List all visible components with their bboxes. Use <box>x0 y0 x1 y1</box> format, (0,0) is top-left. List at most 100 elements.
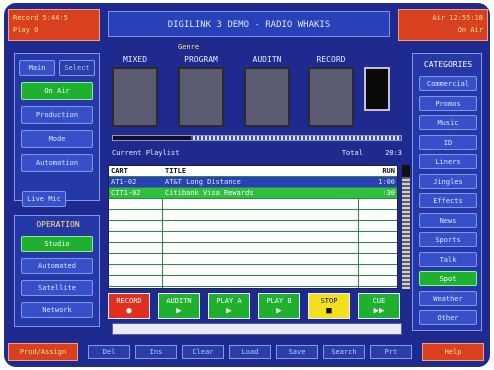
progress-marker <box>113 136 191 140</box>
channel-mixed-label: MIXED <box>122 55 148 64</box>
cue-label: CUE <box>372 297 386 305</box>
category-id-button[interactable]: ID <box>419 134 477 150</box>
channel-program-label: PROGRAM <box>184 55 218 64</box>
fast-forward-icon: ▶▶ <box>373 306 385 316</box>
footer-load-button[interactable]: Load <box>229 345 271 359</box>
channel-record-label: RECORD <box>316 55 346 64</box>
row-cart: CIT1-02 <box>111 189 141 197</box>
live-mic-button[interactable]: Live Mic <box>22 191 66 207</box>
category-liners-button[interactable]: Liners <box>419 154 477 169</box>
window-title: DIGILINK 3 DEMO - RADIO WHAKIS <box>108 11 390 37</box>
table-row-empty[interactable] <box>109 221 397 232</box>
category-music-button[interactable]: Music <box>419 115 477 130</box>
footer-del-button[interactable]: Del <box>88 345 130 359</box>
cue-button[interactable]: CUE ▶▶ <box>358 293 400 319</box>
playlist-header: Current Playlist Total 20:3 <box>112 149 402 157</box>
col-run-header: RUN <box>382 167 395 175</box>
row-title: AT&T Long Distance <box>165 178 241 186</box>
operation-studio[interactable]: Studio <box>21 236 93 252</box>
record-label: RECORD <box>116 297 142 305</box>
play-icon: ▶ <box>176 306 182 316</box>
channel-program-meter[interactable] <box>178 67 224 127</box>
tab-main[interactable]: Main <box>19 60 55 76</box>
air-time: Air 12:55:18 <box>432 14 483 22</box>
audition-label: AUDITN <box>166 297 192 305</box>
mode-button[interactable]: Mode <box>21 130 93 148</box>
category-spot-button[interactable]: Spot <box>419 271 477 286</box>
record-icon: ● <box>126 306 132 316</box>
table-row-empty[interactable] <box>109 276 397 287</box>
category-effects-button[interactable]: Effects <box>419 193 477 208</box>
category-sports-button[interactable]: Sports <box>419 232 477 247</box>
play-icon: ▶ <box>226 306 232 316</box>
footer-toolbar: Del Ins Clear Load Save Search Prt <box>8 339 486 361</box>
on-air-indicator: On Air <box>457 26 483 34</box>
on-air-button[interactable]: On Air <box>21 82 93 100</box>
tab-select[interactable]: Select <box>59 60 95 76</box>
table-row-empty[interactable] <box>109 254 397 265</box>
operation-title: OPERATION <box>36 220 80 229</box>
play-a-button[interactable]: PLAY A ▶ <box>208 293 250 319</box>
play-icon: ▶ <box>276 306 282 316</box>
category-news-button[interactable]: News <box>419 212 477 228</box>
audition-button[interactable]: AUDITN ▶ <box>158 293 200 319</box>
main-area: Genre MIXED PROGRAM AUDITN RECORD Curren… <box>108 41 412 341</box>
playlist-total: Total 20:3 <box>342 149 402 157</box>
record-play-status: Record 5:44:5 Play 0 <box>8 9 100 41</box>
playback-progress[interactable] <box>112 135 402 141</box>
help-button[interactable]: Help <box>422 343 484 361</box>
table-row-empty[interactable] <box>109 199 397 210</box>
footer-clear-button[interactable]: Clear <box>182 345 224 359</box>
genre-label: Genre <box>178 43 200 51</box>
play-b-label: PLAY B <box>266 297 292 305</box>
production-button[interactable]: Production <box>21 106 93 124</box>
categories-title: CATEGORIES <box>423 60 473 69</box>
total-label: Total <box>341 149 363 157</box>
scrollbar-thumb[interactable] <box>402 165 410 177</box>
playlist-scrollbar[interactable] <box>402 165 410 289</box>
table-row-empty[interactable] <box>109 232 397 243</box>
channel-auditn-meter[interactable] <box>244 67 290 127</box>
row-run: 1:00 <box>378 178 395 186</box>
category-commercial-button[interactable]: Commercial <box>419 76 477 91</box>
category-promos-button[interactable]: Promos <box>419 95 477 111</box>
record-time: Record 5:44:5 <box>13 14 68 22</box>
col-cart-header: CART <box>111 167 128 175</box>
playlist-label: Current Playlist <box>112 149 180 157</box>
category-weather-button[interactable]: Weather <box>419 290 477 306</box>
operation-panel: OPERATION Studio Automated Satellite Net… <box>14 215 100 327</box>
level-display <box>364 67 390 111</box>
col-title-header: TITLE <box>165 167 187 175</box>
channel-mixed-meter[interactable] <box>112 67 158 127</box>
play-b-button[interactable]: PLAY B ▶ <box>258 293 300 319</box>
operation-automated[interactable]: Automated <box>21 258 93 274</box>
left-panel: Main Select On Air Production Mode Autom… <box>14 53 100 201</box>
play-time: Play 0 <box>13 26 39 34</box>
footer-prt-button[interactable]: Prt <box>370 345 412 359</box>
total-value: 20:3 <box>385 149 402 157</box>
table-row-selected[interactable]: CIT1-02 Citibank Visa Rewards :30 <box>109 188 397 199</box>
app-screen: Record 5:44:5 Play 0 DIGILINK 3 DEMO - R… <box>4 3 490 367</box>
footer-ins-button[interactable]: Ins <box>135 345 177 359</box>
air-clock: Air 12:55:18 On Air <box>398 9 488 41</box>
footer-save-button[interactable]: Save <box>276 345 318 359</box>
channel-auditn-label: AUDITN <box>252 55 282 64</box>
stop-button[interactable]: STOP ■ <box>308 293 350 319</box>
operation-network[interactable]: Network <box>21 302 93 318</box>
playlist-table: CART TITLE RUN AT1-02 AT&T Long Distance… <box>108 165 398 289</box>
stop-label: STOP <box>320 297 338 305</box>
table-row-empty[interactable] <box>109 210 397 221</box>
table-row[interactable]: AT1-02 AT&T Long Distance 1:00 <box>109 177 397 188</box>
footer-search-button[interactable]: Search <box>323 345 365 359</box>
record-button[interactable]: RECORD ● <box>108 293 150 319</box>
operation-satellite[interactable]: Satellite <box>21 280 93 296</box>
row-cart: AT1-02 <box>111 178 137 186</box>
category-other-button[interactable]: Other <box>419 310 477 325</box>
table-row-empty[interactable] <box>109 243 397 254</box>
table-row-empty[interactable] <box>109 265 397 276</box>
category-talk-button[interactable]: Talk <box>419 251 477 267</box>
channel-record-meter[interactable] <box>308 67 354 127</box>
command-input[interactable] <box>112 323 402 335</box>
automation-button[interactable]: Automation <box>21 154 93 172</box>
category-jingles-button[interactable]: Jingles <box>419 173 477 189</box>
